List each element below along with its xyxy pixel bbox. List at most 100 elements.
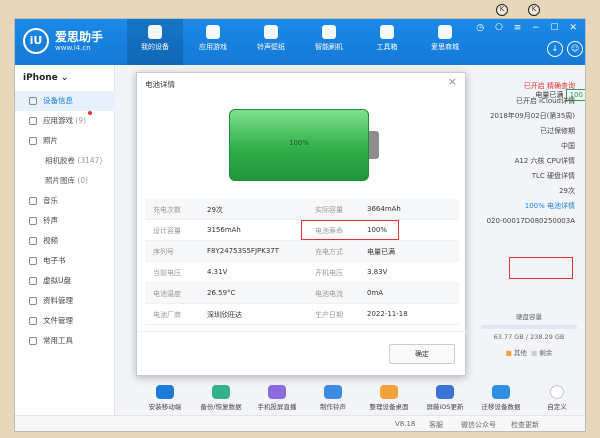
tool-organize-desktop[interactable]: 整理设备桌面 bbox=[359, 385, 419, 411]
tool-screen-mirror[interactable]: 手机投屏直播 bbox=[247, 385, 307, 411]
tool-ringtone-maker[interactable]: 制作铃声 bbox=[303, 385, 363, 411]
wechat-link[interactable]: 微信公众号 bbox=[461, 420, 496, 430]
music-icon bbox=[264, 25, 278, 39]
sidebar: iPhone ⌄ 设备信息 应用游戏 (9) 照片 相机胶卷 (3147) 照片… bbox=[15, 65, 115, 431]
tool-migrate-data[interactable]: 迁移设备数据 bbox=[471, 385, 531, 411]
device-icon bbox=[29, 97, 37, 105]
top-navigation-bar: iU 爱思助手 www.i4.cn 我的设备 应用游戏 铃声壁纸 智能刷机 工具… bbox=[15, 19, 585, 65]
tool-backup-restore[interactable]: 备份/恢复数据 bbox=[191, 385, 251, 411]
sidebar-item-apps[interactable]: 应用游戏 (9) bbox=[15, 111, 115, 131]
disk-value: 63.77 GB / 238.29 GB bbox=[493, 333, 565, 341]
tool-customize[interactable]: 自定义 bbox=[527, 385, 585, 411]
brand-url: www.i4.cn bbox=[55, 44, 91, 52]
battery-details-dialog: 电池详情 × 100% 充电次数 29次 实际容量 3664mAh 设计容量 3… bbox=[136, 72, 467, 377]
info-row: 2018年09月02日(第35周) bbox=[490, 112, 575, 120]
annotation-icon: K bbox=[496, 4, 508, 16]
brand-name: 爱思助手 bbox=[55, 30, 104, 44]
video-icon bbox=[29, 237, 37, 245]
tab-my-device[interactable]: 我的设备 bbox=[127, 19, 183, 65]
app-logo: iU bbox=[23, 28, 49, 54]
download-icon[interactable]: ↓ bbox=[547, 41, 563, 57]
sidebar-item-videos[interactable]: 视频 bbox=[15, 231, 115, 251]
usb-icon bbox=[29, 277, 37, 285]
info-row[interactable]: 已开启 iCloud详情 bbox=[455, 94, 575, 109]
backup-icon bbox=[212, 385, 230, 399]
store-icon bbox=[438, 25, 452, 39]
info-row: 中国 bbox=[561, 142, 575, 150]
window-controls[interactable]: ◷ ⎔ ≡ − ☐ ✕ bbox=[476, 23, 581, 33]
sidebar-item-data-management[interactable]: 资料管理 bbox=[15, 291, 115, 311]
tab-store[interactable]: 爱思商城 bbox=[417, 19, 473, 65]
table-row: 电池温度 26.59°C 电池电流 0mA bbox=[145, 283, 459, 304]
disk-capacity-panel: 硬盘容量 63.77 GB / 238.29 GB ■ 其他 ■ 剩余 bbox=[473, 311, 585, 357]
sidebar-item-device-info[interactable]: 设备信息 bbox=[15, 91, 115, 111]
tools-bar: 安装移动端 备份/恢复数据 手机投屏直播 制作铃声 整理设备桌面 屏蔽iOS更新… bbox=[135, 385, 575, 415]
sidebar-item-ringtones[interactable]: 铃声 bbox=[15, 211, 115, 231]
tab-ringtones[interactable]: 铃声壁纸 bbox=[243, 19, 299, 65]
ok-button[interactable]: 确定 bbox=[389, 344, 455, 364]
tool-install-mobile[interactable]: 安装移动端 bbox=[135, 385, 195, 411]
tab-toolbox[interactable]: 工具箱 bbox=[359, 19, 415, 65]
device-info-values: 已开启 精确查询 已开启 iCloud详情 2018年09月02日(第35周) … bbox=[455, 79, 575, 229]
sidebar-item-tools[interactable]: 常用工具 bbox=[15, 331, 115, 351]
tab-apps[interactable]: 应用游戏 bbox=[185, 19, 241, 65]
app-icon bbox=[29, 117, 37, 125]
plus-icon bbox=[550, 385, 564, 399]
battery-details-highlight bbox=[509, 257, 573, 279]
grid-icon bbox=[380, 385, 398, 399]
user-icon[interactable]: ☺ bbox=[567, 41, 583, 57]
flash-icon bbox=[322, 25, 336, 39]
sidebar-item-virtual-udisk[interactable]: 虚拟U盘 bbox=[15, 271, 115, 291]
info-row[interactable]: TLC 硬盘详情 bbox=[455, 169, 575, 184]
sidebar-item-file-management[interactable]: 文件管理 bbox=[15, 311, 115, 331]
sidebar-item-photos[interactable]: 照片 bbox=[15, 131, 115, 151]
sidebar-item-camera-roll[interactable]: 相机胶卷 (3147) bbox=[15, 151, 115, 171]
table-row: 序列号 F8Y24753S5FJPK37T 充电方式 电量已满 bbox=[145, 241, 459, 262]
music-icon bbox=[29, 197, 37, 205]
table-row: 当前电压 4.31V 开机电压 3.83V bbox=[145, 262, 459, 283]
music-icon bbox=[324, 385, 342, 399]
block-icon bbox=[436, 385, 454, 399]
install-icon bbox=[156, 385, 174, 399]
tab-flash[interactable]: 智能刷机 bbox=[301, 19, 357, 65]
disk-usage-bar bbox=[481, 325, 577, 329]
overlay-icons: KK bbox=[496, 4, 566, 18]
info-row: 已过保修期 bbox=[540, 127, 575, 135]
annotation-icon: K bbox=[528, 4, 540, 16]
toolbox-icon bbox=[380, 25, 394, 39]
grid-icon bbox=[29, 337, 37, 345]
device-selector[interactable]: iPhone ⌄ bbox=[23, 73, 68, 83]
info-row: 29次 bbox=[559, 187, 575, 195]
battery-health-highlight bbox=[301, 220, 399, 240]
check-update-link[interactable]: 检查更新 bbox=[511, 420, 539, 430]
info-row[interactable]: A12 六核 CPU详情 bbox=[455, 154, 575, 169]
app-icon bbox=[206, 25, 220, 39]
sidebar-item-photo-library[interactable]: 照片图库 (0) bbox=[15, 171, 115, 191]
battery-percent: 100% bbox=[288, 139, 309, 147]
info-row[interactable]: 已开启 精确查询 bbox=[455, 79, 575, 94]
photo-icon bbox=[29, 137, 37, 145]
file-icon bbox=[29, 317, 37, 325]
feedback-link[interactable]: 客服 bbox=[429, 420, 443, 430]
close-icon[interactable]: × bbox=[448, 75, 457, 88]
book-icon bbox=[29, 257, 37, 265]
battery-details-table: 充电次数 29次 实际容量 3664mAh 设计容量 3156mAh 电池寿命 … bbox=[145, 199, 459, 325]
dialog-footer: 确定 bbox=[137, 331, 467, 377]
bell-icon bbox=[29, 217, 37, 225]
disk-title: 硬盘容量 bbox=[516, 313, 542, 321]
info-row[interactable]: 100% 电池详情 bbox=[455, 199, 575, 214]
table-row: 电池厂商 深圳欣旺达 生产日期 2022-11-18 bbox=[145, 304, 459, 325]
version-label: V8.18 bbox=[395, 420, 416, 428]
battery-icon: 100% bbox=[229, 109, 379, 181]
table-row: 充电次数 29次 实际容量 3664mAh bbox=[145, 199, 459, 220]
battery-cap bbox=[369, 131, 379, 159]
status-bar: V8.18 客服 微信公众号 检查更新 bbox=[15, 415, 585, 431]
phone-icon bbox=[148, 25, 162, 39]
tool-block-ios-update[interactable]: 屏蔽iOS更新 bbox=[415, 385, 475, 411]
screen-icon bbox=[268, 385, 286, 399]
info-row: 020-00017D080250003A bbox=[486, 217, 575, 225]
sidebar-item-ebooks[interactable]: 电子书 bbox=[15, 251, 115, 271]
sidebar-item-music[interactable]: 音乐 bbox=[15, 191, 115, 211]
migrate-icon bbox=[492, 385, 510, 399]
notification-dot bbox=[88, 111, 93, 115]
